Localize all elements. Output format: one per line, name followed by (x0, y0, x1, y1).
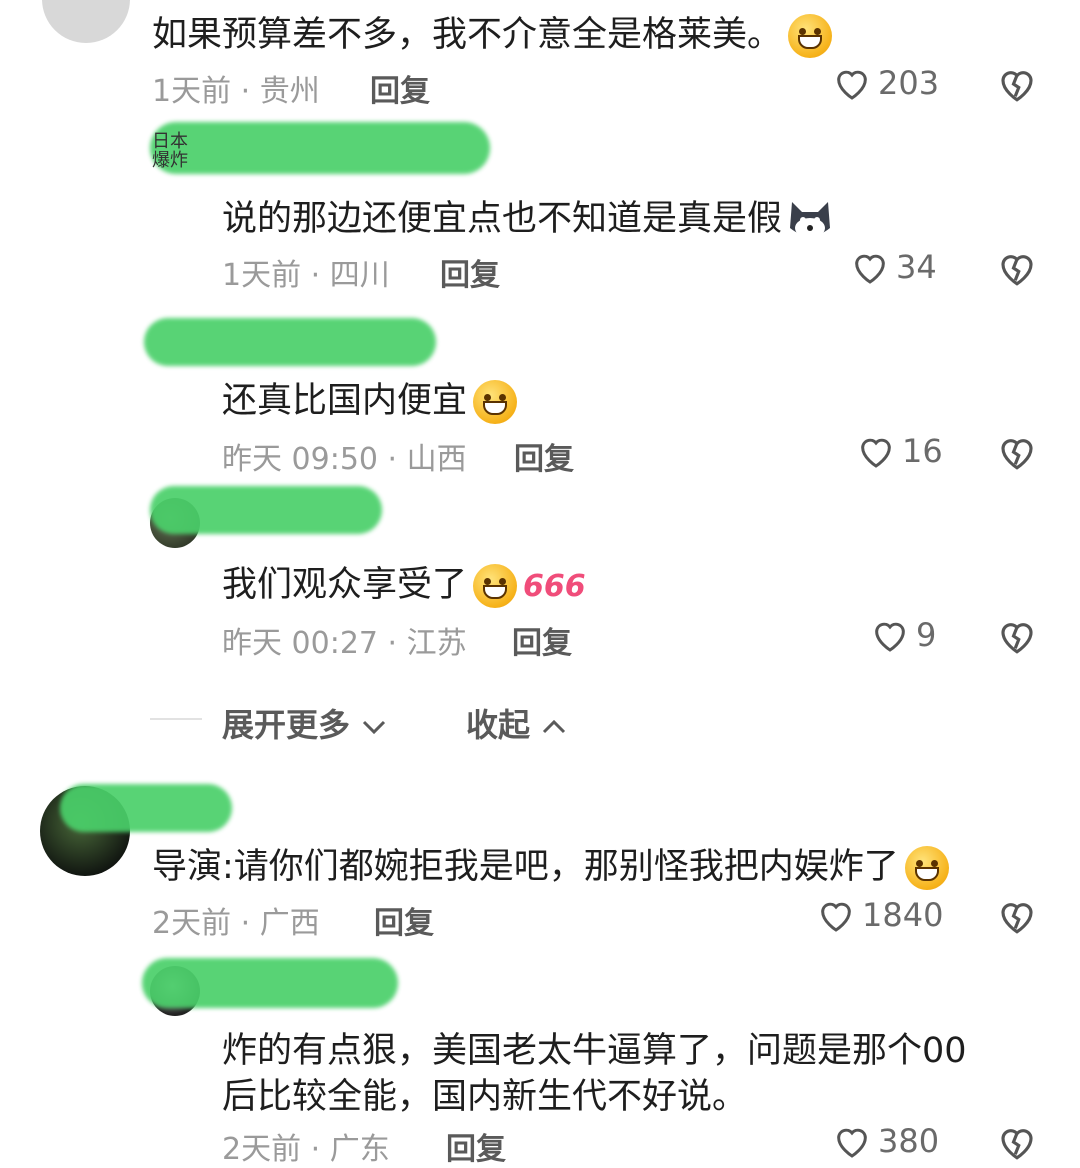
comment-text-line2: 后比较全能，国内新生代不好说。 (222, 1077, 748, 1117)
chevron-down-icon (363, 720, 386, 735)
censored-username (142, 958, 398, 1008)
reply-button[interactable]: 回复 (374, 898, 434, 942)
user-badge-line1: 日本 (152, 131, 188, 152)
heart-icon (821, 902, 851, 932)
comment-text-body: 说的那边还便宜点也不知道是真是假 (222, 199, 783, 239)
censored-username (144, 318, 436, 366)
dislike-button[interactable] (996, 896, 1038, 936)
like-count: 9 (916, 616, 937, 654)
dislike-button[interactable] (996, 248, 1038, 288)
dizzy-emoji-icon (904, 846, 949, 890)
comment-text-body: 还真比国内便宜 (222, 381, 468, 421)
comment-text: 说的那边还便宜点也不知道是真是假 (222, 190, 834, 242)
like-button[interactable]: 9 (870, 616, 936, 654)
comment-time-location: 1天前 · 四川 (222, 258, 390, 293)
like-button[interactable]: 203 (832, 64, 939, 102)
censored-username (150, 122, 490, 174)
heart-icon (861, 438, 891, 468)
reply-button[interactable]: 回复 (440, 250, 500, 294)
comment-text: 导演:请你们都婉拒我是吧，那别怪我把内娱炸了 (152, 838, 949, 890)
reply-button[interactable]: 回复 (512, 618, 572, 662)
like-button[interactable]: 16 (856, 432, 943, 470)
like-count: 1840 (862, 896, 944, 934)
collapse-label: 收起 (466, 706, 531, 744)
comment-text-line1: 炸的有点狠，美国老太牛逼算了，问题是那个00 (222, 1031, 967, 1071)
avatar[interactable] (42, 0, 130, 43)
broken-heart-icon (1001, 903, 1033, 934)
broken-heart-icon (1001, 255, 1033, 286)
comment-text: 我们观众享受了 666 (222, 556, 586, 608)
comment-time-location: 2天前 · 广西 (152, 906, 320, 941)
comment-time-location: 昨天 00:27 · 江苏 (222, 626, 467, 661)
chevron-up-icon (543, 719, 566, 734)
comment-text-body: 我们观众享受了 (222, 565, 468, 605)
collapse-button[interactable]: 收起 (466, 700, 567, 746)
broken-heart-icon (1001, 623, 1033, 654)
like-button[interactable]: 380 (832, 1122, 939, 1160)
censored-username (60, 784, 232, 832)
like-count: 34 (896, 248, 937, 286)
comment-time-location: 2天前 · 广东 (222, 1132, 390, 1167)
expand-more-label: 展开更多 (222, 706, 351, 744)
heart-icon (837, 70, 867, 100)
like-button[interactable]: 1840 (816, 896, 943, 934)
sweat-grin-emoji-icon (473, 380, 518, 424)
broken-heart-icon (1001, 439, 1033, 470)
dog-emoji-icon (790, 202, 831, 238)
comment-text-body: 如果预算差不多，我不介意全是格莱美。 (152, 15, 783, 55)
666-sticker: 666 (523, 568, 586, 604)
user-badge-line2: 爆炸 (152, 150, 188, 171)
user-badge: 日本 爆炸 (152, 132, 188, 170)
like-count: 203 (878, 64, 940, 102)
fold-divider (150, 718, 202, 720)
comment-time-location: 昨天 09:50 · 山西 (222, 442, 467, 477)
dislike-button[interactable] (996, 432, 1038, 472)
heart-icon (837, 1128, 867, 1158)
dislike-button[interactable] (996, 1122, 1038, 1162)
reply-button[interactable]: 回复 (514, 434, 574, 478)
heart-icon (855, 254, 885, 284)
laugh-cry-emoji-icon (788, 14, 833, 58)
censored-username (150, 486, 382, 534)
broken-heart-icon (1001, 1129, 1033, 1160)
like-count: 380 (878, 1122, 940, 1160)
comment-text-body: 导演:请你们都婉拒我是吧，那别怪我把内娱炸了 (152, 847, 899, 887)
dislike-button[interactable] (996, 616, 1038, 656)
comment-text: 如果预算差不多，我不介意全是格莱美。 (152, 6, 833, 58)
like-button[interactable]: 34 (850, 248, 937, 286)
comment-text: 还真比国内便宜 (222, 372, 518, 424)
like-count: 16 (902, 432, 943, 470)
grin-emoji-icon (473, 564, 518, 608)
reply-button[interactable]: 回复 (446, 1124, 506, 1168)
dislike-button[interactable] (996, 64, 1038, 104)
comment-time-location: 1天前 · 贵州 (152, 74, 320, 109)
expand-more-button[interactable]: 展开更多 (222, 700, 387, 746)
broken-heart-icon (1001, 71, 1033, 102)
reply-button[interactable]: 回复 (370, 66, 430, 110)
heart-icon (875, 622, 905, 652)
